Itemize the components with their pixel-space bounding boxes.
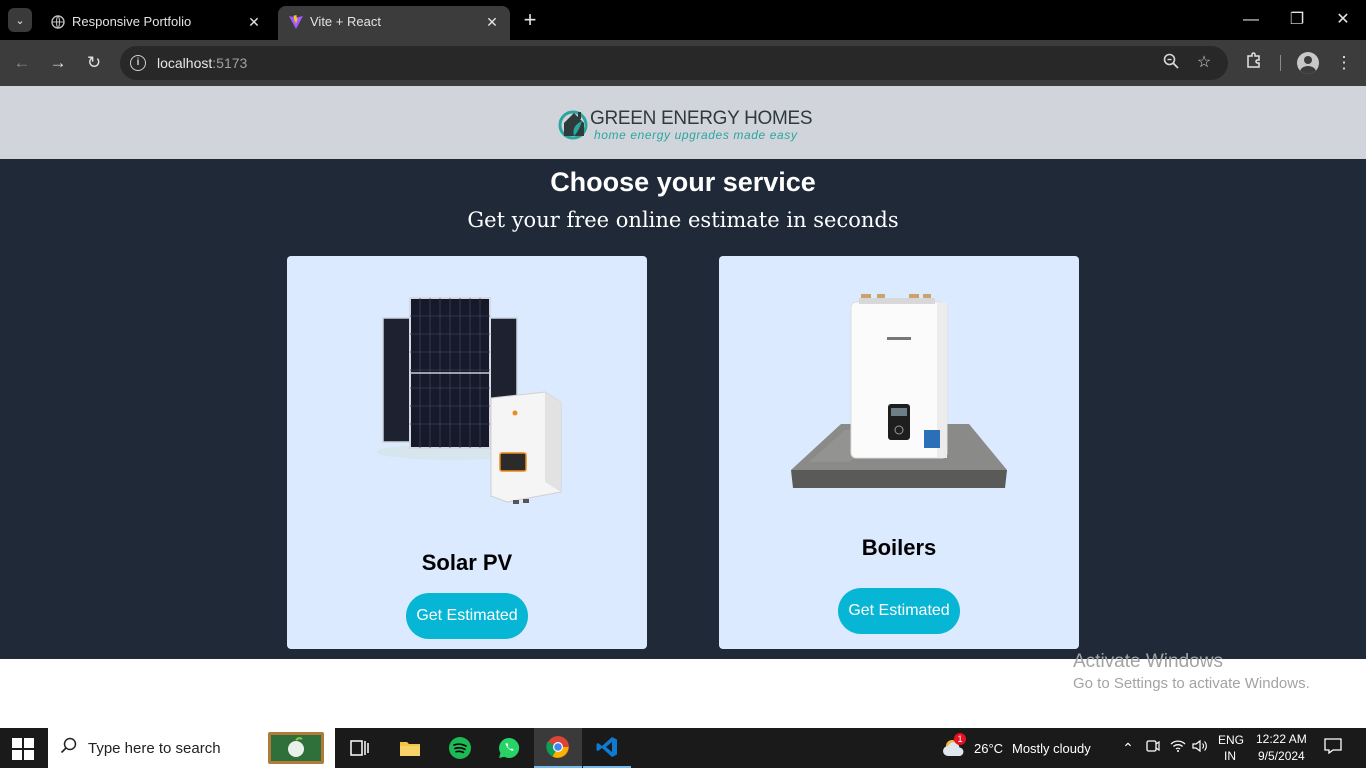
profile-avatar-icon[interactable] xyxy=(1297,52,1319,74)
show-hidden-icons-chevron-up-icon[interactable]: ⌃ xyxy=(1118,738,1138,758)
page-title: Choose your service xyxy=(550,167,816,197)
taskbar-search-box[interactable]: Type here to search xyxy=(48,728,335,768)
tab-close-icon[interactable]: ✕ xyxy=(244,12,264,32)
zoom-icon[interactable] xyxy=(1161,53,1181,73)
notification-center-icon[interactable] xyxy=(1323,738,1343,758)
tab-title: Vite + React xyxy=(310,14,381,29)
tab-close-icon[interactable]: ✕ xyxy=(482,12,502,32)
language-indicator[interactable]: ENG xyxy=(1218,733,1244,747)
windows-start-icon[interactable] xyxy=(12,738,34,760)
whatsapp-icon[interactable] xyxy=(485,728,533,768)
house-leaf-logo-icon xyxy=(558,110,588,140)
url-text: localhost:5173 xyxy=(157,55,248,71)
minimize-icon[interactable]: — xyxy=(1239,8,1263,32)
restore-icon[interactable]: ❐ xyxy=(1285,8,1309,32)
keyboard-region[interactable]: IN xyxy=(1224,749,1236,763)
get-estimated-button[interactable]: Get Estimated xyxy=(406,593,528,639)
search-placeholder: Type here to search xyxy=(88,740,221,757)
browser-toolbar: ← → ↻ i localhost:5173 ☆ ⋮ xyxy=(0,40,1366,86)
site-info-icon[interactable]: i xyxy=(130,55,146,71)
reload-icon[interactable]: ↻ xyxy=(82,51,106,75)
tab-search-button[interactable]: ⌄ xyxy=(8,8,32,32)
file-explorer-icon[interactable] xyxy=(386,728,434,768)
logo-tagline: home energy upgrades made easy xyxy=(594,128,798,142)
clock-time[interactable]: 12:22 AM xyxy=(1256,732,1307,746)
back-arrow-icon[interactable]: ← xyxy=(10,51,34,75)
weather-temperature[interactable]: 26°C xyxy=(974,741,1003,756)
address-bar[interactable]: i localhost:5173 ☆ xyxy=(120,46,1228,80)
service-card-solar[interactable]: Solar PV Get Estimated xyxy=(287,256,647,649)
site-header: GREEN ENERGY HOMES home energy upgrades … xyxy=(0,86,1366,159)
weather-badge: 1 xyxy=(954,733,966,745)
volume-icon[interactable] xyxy=(1190,738,1210,758)
network-icon[interactable] xyxy=(1168,738,1188,758)
browser-tab-bar: ⌄ Responsive Portfolio ✕ Vite + React ✕ … xyxy=(0,0,1366,40)
bookmark-star-icon[interactable]: ☆ xyxy=(1194,53,1214,73)
logo-title: GREEN ENERGY HOMES xyxy=(590,108,813,129)
site-logo[interactable]: GREEN ENERGY HOMES home energy upgrades … xyxy=(558,104,813,144)
search-icon xyxy=(60,737,82,759)
weather-description[interactable]: Mostly cloudy xyxy=(1012,741,1091,756)
chrome-icon[interactable] xyxy=(534,728,582,768)
windows-taskbar: Type here to search 1 26°C Mostly cloudy… xyxy=(0,728,1366,768)
tab-vite-react[interactable]: Vite + React ✕ xyxy=(278,6,510,40)
more-menu-icon[interactable]: ⋮ xyxy=(1332,51,1356,75)
close-window-icon[interactable]: ✕ xyxy=(1331,8,1355,32)
clock-date[interactable]: 9/5/2024 xyxy=(1258,749,1305,763)
meet-now-icon[interactable] xyxy=(1143,738,1163,758)
get-estimated-button[interactable]: Get Estimated xyxy=(838,588,960,634)
extensions-puzzle-icon[interactable] xyxy=(1242,51,1266,75)
service-card-boilers[interactable]: Boilers Get Estimated xyxy=(719,256,1079,649)
watermark-title: Activate Windows xyxy=(1073,651,1223,672)
spotify-icon[interactable] xyxy=(436,728,484,768)
chevron-down-icon: ⌄ xyxy=(15,14,25,27)
page-subtitle: Get your free online estimate in seconds xyxy=(467,208,899,232)
tab-title: Responsive Portfolio xyxy=(72,14,192,29)
tab-responsive-portfolio[interactable]: Responsive Portfolio ✕ xyxy=(40,6,272,40)
boiler-image xyxy=(791,294,1007,488)
solar-panel-image xyxy=(377,297,562,504)
task-view-icon[interactable] xyxy=(336,728,384,768)
forward-arrow-icon[interactable]: → xyxy=(46,51,70,75)
activate-windows-watermark: Activate Windows Go to Settings to activ… xyxy=(1073,651,1310,692)
services-section: Choose your service Get your free online… xyxy=(0,159,1366,659)
card-title: Solar PV xyxy=(421,550,513,575)
vite-logo-icon xyxy=(288,14,304,30)
search-highlight-chalkboard-icon[interactable] xyxy=(268,732,324,764)
toolbar-divider xyxy=(1280,55,1281,71)
vscode-icon[interactable] xyxy=(583,728,631,768)
watermark-subtitle: Go to Settings to activate Windows. xyxy=(1073,675,1310,692)
new-tab-plus-icon[interactable]: + xyxy=(518,9,542,33)
globe-icon xyxy=(50,14,66,30)
card-title: Boilers xyxy=(861,535,937,560)
